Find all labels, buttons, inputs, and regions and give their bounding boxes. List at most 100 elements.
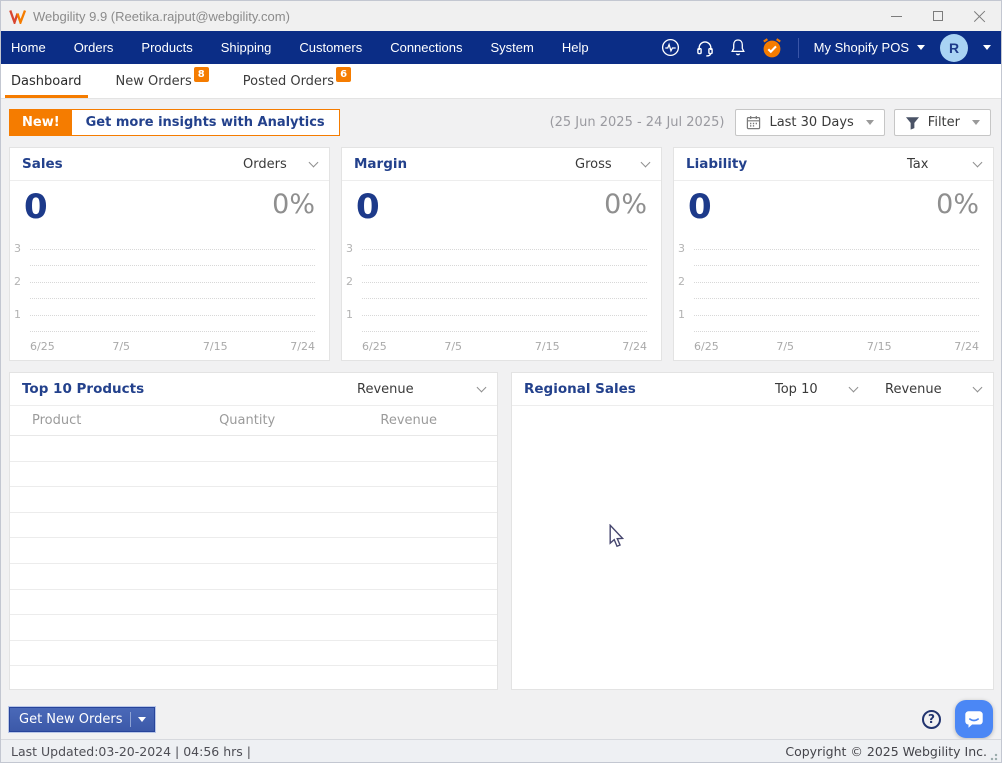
close-button[interactable] [959, 1, 1001, 31]
y-tick: 2 [678, 274, 685, 288]
store-selector-dropdown[interactable]: My Shopify POS [814, 40, 925, 55]
resize-grip[interactable] [990, 751, 1000, 761]
liability-metric-dropdown[interactable]: Tax [907, 156, 983, 172]
y-tick: 3 [346, 241, 353, 255]
x-tick: 7/24 [954, 340, 979, 353]
minimize-button[interactable] [875, 1, 917, 31]
copyright-text: Copyright © 2025 Webgility Inc. [785, 743, 987, 759]
account-chevron-down-icon[interactable] [983, 45, 991, 50]
margin-metric-dropdown[interactable]: Gross [575, 156, 651, 172]
margin-percent: 0% [604, 189, 647, 220]
table-row [10, 564, 497, 590]
column-revenue: Revenue [380, 413, 437, 428]
webgility-logo-icon [9, 9, 26, 24]
liability-value: 0 [688, 187, 712, 227]
liability-metric-label: Tax [907, 156, 929, 172]
table-row [10, 641, 497, 667]
table-row [10, 513, 497, 539]
x-tick: 7/24 [622, 340, 647, 353]
column-product: Product [32, 413, 82, 428]
sales-metric-dropdown[interactable]: Orders [243, 157, 319, 172]
menu-connections[interactable]: Connections [376, 31, 476, 64]
chevron-down-icon [972, 157, 983, 168]
button-divider [129, 711, 131, 727]
kpi-card-margin: Margin Gross 0 0% 3 2 1 6/25 7/5 7/15 7/… [341, 147, 662, 361]
alarm-check-icon[interactable] [761, 37, 783, 59]
bell-icon[interactable] [730, 38, 746, 57]
menu-shipping[interactable]: Shipping [207, 31, 286, 64]
top-products-metric-dropdown[interactable]: Revenue [357, 382, 487, 397]
posted-orders-count-badge: 6 [336, 66, 352, 82]
tab-dashboard-label: Dashboard [11, 73, 82, 89]
menu-orders[interactable]: Orders [60, 31, 128, 64]
mouse-cursor [608, 523, 625, 552]
tab-posted-orders[interactable]: Posted Orders 6 [242, 64, 352, 98]
regional-metric-dropdown[interactable]: Revenue [885, 381, 983, 397]
table-row [10, 615, 497, 641]
minimize-icon [890, 15, 902, 17]
liability-mini-chart: 3 2 1 6/25 7/5 7/15 7/24 [678, 242, 979, 360]
table-row [10, 487, 497, 513]
menu-help[interactable]: Help [548, 31, 603, 64]
menu-customers[interactable]: Customers [285, 31, 376, 64]
regional-count-label: Top 10 [775, 381, 818, 397]
y-tick: 2 [346, 274, 353, 288]
avatar[interactable]: R [940, 33, 968, 62]
menu-products[interactable]: Products [127, 31, 206, 64]
menu-home[interactable]: Home [9, 31, 60, 64]
margin-metric-label: Gross [575, 156, 612, 172]
new-orders-count-badge: 8 [193, 66, 209, 82]
tab-posted-orders-label: Posted Orders [242, 73, 335, 89]
regional-metric-label: Revenue [885, 381, 942, 397]
x-tick: 7/5 [112, 340, 131, 353]
maximize-icon [933, 11, 943, 21]
chat-bubble-icon[interactable] [955, 700, 993, 738]
chevron-down-icon [476, 382, 487, 393]
chevron-down-icon [917, 45, 925, 50]
regional-sales-body [512, 406, 993, 689]
tab-dashboard[interactable]: Dashboard [5, 64, 88, 98]
close-icon [974, 10, 986, 22]
status-bar: Last Updated:03-20-2024 | 04:56 hrs | Co… [1, 739, 1001, 762]
analytics-promo-label: Get more insights with Analytics [85, 115, 325, 130]
y-tick: 1 [678, 307, 685, 321]
menu-system[interactable]: System [476, 31, 547, 64]
margin-value: 0 [356, 187, 380, 227]
headset-icon[interactable] [695, 38, 715, 58]
menu-divider [797, 37, 799, 58]
window-title: Webgility 9.9 (Reetika.rajput@webgility.… [33, 8, 290, 24]
regional-count-dropdown[interactable]: Top 10 [775, 381, 859, 397]
tab-new-orders[interactable]: New Orders 8 [116, 64, 209, 98]
liability-percent: 0% [936, 189, 979, 220]
regional-sales-card: Regional Sales Top 10 Revenue [511, 372, 994, 690]
last-updated-text: Last Updated:03-20-2024 | 04:56 hrs | [11, 743, 251, 759]
help-icon[interactable]: ? [922, 709, 941, 729]
x-tick: 6/25 [362, 340, 387, 353]
chevron-down-icon [137, 716, 146, 722]
x-tick: 7/15 [866, 340, 892, 353]
products-table-header: Product Quantity Revenue [10, 406, 497, 436]
activity-icon[interactable] [661, 38, 680, 57]
y-tick: 3 [14, 241, 21, 255]
tab-new-orders-label: New Orders [115, 73, 192, 89]
kpi-card-liability: Liability Tax 0 0% 3 2 1 6/25 7/5 7/15 7… [673, 147, 994, 361]
table-row [10, 436, 497, 462]
analytics-promo-link[interactable]: New! Get more insights with Analytics [9, 109, 340, 136]
filter-dropdown[interactable]: Filter [893, 109, 991, 136]
calendar-icon [747, 115, 761, 130]
store-selector-label: My Shopify POS [813, 40, 909, 55]
x-tick: 7/5 [444, 340, 463, 353]
date-filter-label: Last 30 Days [769, 115, 854, 130]
filter-label: Filter [927, 115, 960, 130]
y-tick: 1 [346, 307, 353, 321]
menu-bar: Home Orders Products Shipping Customers … [1, 31, 1001, 64]
get-new-orders-button[interactable]: Get New Orders [9, 706, 155, 732]
maximize-button[interactable] [917, 1, 959, 31]
y-tick: 2 [14, 274, 21, 288]
x-tick: 6/25 [30, 340, 55, 353]
chevron-down-icon [865, 120, 874, 125]
dashboard-content: New! Get more insights with Analytics (2… [1, 99, 1001, 739]
table-row [10, 538, 497, 564]
y-tick: 3 [678, 241, 685, 255]
date-filter-dropdown[interactable]: Last 30 Days [735, 109, 885, 136]
